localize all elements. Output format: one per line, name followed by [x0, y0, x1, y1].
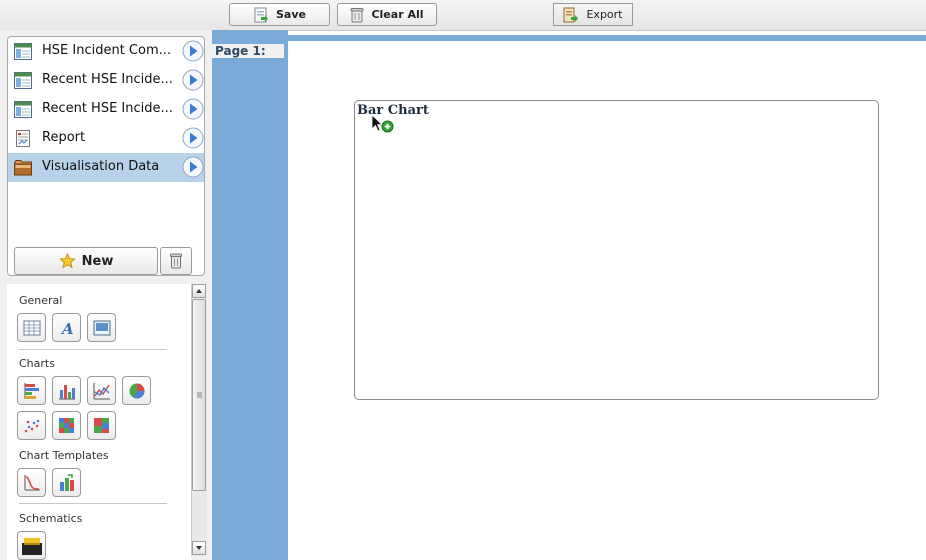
export-icon: [563, 7, 579, 22]
bar-chart-icon: [58, 384, 75, 399]
report-icon: [16, 130, 30, 147]
svg-text:A: A: [60, 320, 74, 336]
tool-treemap-chart[interactable]: [87, 411, 116, 440]
datasource-item-selected[interactable]: Visualisation Data: [8, 153, 204, 182]
scroll-up-button[interactable]: [192, 284, 206, 298]
play-arrow-icon[interactable]: [182, 127, 204, 149]
folder-icon: [14, 160, 32, 176]
tool-scatter-chart[interactable]: [17, 411, 46, 440]
datasource-label: Recent HSE Incide...: [42, 101, 173, 116]
play-arrow-icon[interactable]: [182, 69, 204, 91]
horizontal-bar-chart-icon: [24, 382, 39, 399]
datasource-item[interactable]: Recent HSE Incide...: [8, 95, 204, 124]
datasource-list: HSE Incident Com... Recent HSE Incide...…: [7, 36, 205, 276]
pie-chart-icon: [129, 383, 145, 399]
tool-pie-chart[interactable]: [122, 376, 151, 405]
tool-heatmap-chart[interactable]: [52, 411, 81, 440]
heatmap-icon: [58, 417, 74, 433]
table-icon: [14, 101, 32, 118]
bar-chart-widget[interactable]: Bar Chart: [354, 100, 879, 400]
table-icon: [14, 72, 32, 89]
toolbar: Save Clear All Export: [0, 0, 926, 31]
trash-icon: [170, 253, 182, 269]
schematic-icon: [21, 537, 42, 555]
clear-all-label: Clear All: [371, 8, 424, 21]
scroll-thumb[interactable]: [192, 299, 206, 491]
separator: [19, 503, 167, 504]
table-icon: [14, 43, 32, 60]
separator: [19, 349, 167, 350]
new-label: New: [81, 253, 114, 269]
play-arrow-icon[interactable]: [182, 156, 204, 178]
datasource-label: Report: [42, 130, 86, 145]
stacked-bar-chart-icon: [59, 473, 74, 491]
section-charts-heading: Charts: [19, 357, 55, 370]
scroll-up-arrow-icon: [196, 289, 202, 293]
table-grid-icon: [23, 320, 40, 335]
tool-panel[interactable]: [87, 313, 116, 342]
save-icon: [254, 7, 268, 22]
datasource-item[interactable]: Recent HSE Incide...: [8, 66, 204, 95]
widget-palette: General A Charts Chart Templates Schemat…: [7, 284, 191, 560]
export-label: Export: [586, 8, 623, 21]
datasource-item[interactable]: HSE Incident Com...: [8, 37, 204, 66]
treemap-icon: [93, 417, 109, 433]
tool-curve-template[interactable]: [17, 468, 46, 497]
tool-line-chart[interactable]: [87, 376, 116, 405]
scatter-chart-icon: [24, 419, 39, 432]
clear-all-button[interactable]: Clear All: [337, 3, 437, 26]
section-general-heading: General: [19, 294, 63, 307]
tool-text[interactable]: A: [52, 313, 81, 342]
play-arrow-icon[interactable]: [182, 98, 204, 120]
datasource-label: Recent HSE Incide...: [42, 72, 173, 87]
palette-scrollbar[interactable]: [191, 284, 207, 556]
curve-chart-icon: [24, 474, 40, 490]
tool-horizontal-bar-chart[interactable]: [17, 376, 46, 405]
page-gutter: [212, 30, 288, 560]
play-arrow-icon[interactable]: [182, 40, 204, 62]
trash-icon: [350, 7, 364, 22]
panel-icon: [93, 320, 110, 335]
save-button[interactable]: Save: [229, 3, 330, 26]
datasource-item[interactable]: Report: [8, 124, 204, 153]
export-button[interactable]: Export: [553, 3, 633, 26]
datasource-label: Visualisation Data: [42, 159, 160, 174]
grip-icon: [197, 392, 202, 398]
text-icon: A: [60, 320, 74, 336]
new-button[interactable]: New: [14, 247, 158, 275]
tool-stacked-template[interactable]: [52, 468, 81, 497]
page-label: Page 1:: [212, 44, 284, 58]
tool-schematic[interactable]: [17, 531, 46, 560]
new-bar: New: [7, 245, 205, 278]
delete-button[interactable]: [160, 247, 192, 275]
section-schematics-heading: Schematics: [19, 512, 83, 525]
save-label: Save: [276, 8, 306, 21]
section-chart-templates-heading: Chart Templates: [19, 449, 109, 462]
star-icon: [58, 253, 76, 269]
tool-table[interactable]: [17, 313, 46, 342]
tool-bar-chart[interactable]: [52, 376, 81, 405]
drag-cursor-icon: [371, 114, 394, 133]
line-chart-icon: [93, 382, 110, 399]
scroll-down-arrow-icon: [196, 546, 202, 550]
scroll-down-button[interactable]: [192, 541, 206, 555]
datasource-label: HSE Incident Com...: [42, 43, 172, 58]
